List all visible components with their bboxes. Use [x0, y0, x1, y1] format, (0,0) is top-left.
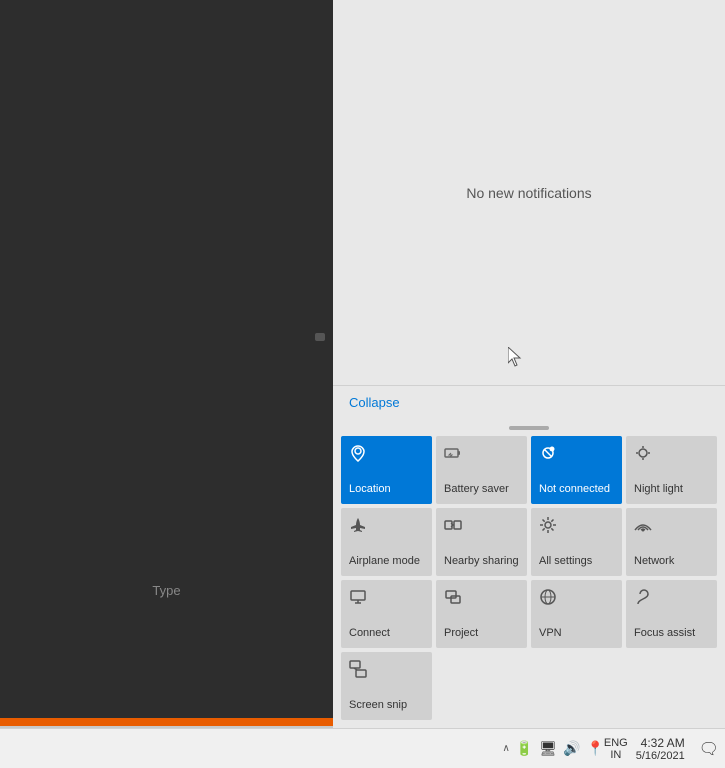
- project-label: Project: [444, 627, 478, 640]
- left-panel: Type: [0, 0, 333, 718]
- drag-handle-bar: [509, 426, 549, 430]
- tile-empty3: [626, 652, 717, 720]
- scrollbar[interactable]: [315, 333, 325, 341]
- collapse-link[interactable]: Collapse: [349, 395, 400, 410]
- not-connected-label: Not connected: [539, 483, 610, 496]
- tile-all-settings[interactable]: All settings: [531, 508, 622, 576]
- clock-date: 5/16/2021: [636, 750, 685, 762]
- system-tray-chevron[interactable]: ∧: [502, 743, 509, 754]
- notification-bell-icon[interactable]: 🗨: [699, 739, 719, 759]
- tile-empty1: [436, 652, 527, 720]
- orange-bar: [0, 718, 333, 726]
- network-taskbar-icon: 🖥: [539, 740, 557, 757]
- airplane-mode-icon: [349, 516, 367, 539]
- tile-nearby-sharing[interactable]: Nearby sharing: [436, 508, 527, 576]
- battery-saver-label: Battery saver: [444, 483, 509, 496]
- location-label: Location: [349, 483, 391, 496]
- night-light-icon: [634, 444, 652, 467]
- volume-icon: 🔊: [563, 740, 580, 757]
- tile-not-connected[interactable]: Not connected: [531, 436, 622, 504]
- tile-vpn[interactable]: VPN: [531, 580, 622, 648]
- tile-airplane-mode[interactable]: Airplane mode: [341, 508, 432, 576]
- lang-code: ENG: [604, 737, 628, 749]
- all-settings-icon: [539, 516, 557, 539]
- connect-label: Connect: [349, 627, 390, 640]
- tile-network[interactable]: Network: [626, 508, 717, 576]
- project-icon: [444, 588, 462, 611]
- tile-night-light[interactable]: Night light: [626, 436, 717, 504]
- type-label: Type: [0, 583, 333, 598]
- network-icon: [634, 516, 652, 539]
- tile-empty2: [531, 652, 622, 720]
- quick-actions-grid: Location Battery saver Not connected Night …: [341, 436, 717, 720]
- screen-snip-label: Screen snip: [349, 699, 407, 712]
- vpn-icon: [539, 588, 557, 611]
- no-notifications-text: No new notifications: [466, 185, 591, 201]
- nearby-sharing-label: Nearby sharing: [444, 555, 519, 568]
- lang-region: IN: [604, 749, 628, 761]
- network-label: Network: [634, 555, 674, 568]
- right-panel: No new notifications Collapse Location Ba…: [333, 0, 725, 728]
- taskbar: ∧ 🔋 🖥 🔊 📍 ENG IN 4:32 AM 5/16/2021 🗨: [0, 728, 725, 768]
- location-taskbar-icon: 📍: [586, 740, 603, 757]
- notification-area: No new notifications: [333, 0, 725, 385]
- airplane-mode-label: Airplane mode: [349, 555, 420, 568]
- collapse-bar: Collapse: [333, 385, 725, 420]
- tile-connect[interactable]: Connect: [341, 580, 432, 648]
- tile-battery-saver[interactable]: Battery saver: [436, 436, 527, 504]
- nearby-sharing-icon: [444, 516, 462, 539]
- vpn-label: VPN: [539, 627, 562, 640]
- tile-project[interactable]: Project: [436, 580, 527, 648]
- battery-saver-icon: [444, 444, 462, 467]
- focus-assist-icon: [634, 588, 652, 611]
- tile-focus-assist[interactable]: Focus assist: [626, 580, 717, 648]
- all-settings-label: All settings: [539, 555, 592, 568]
- not-connected-icon: [539, 444, 557, 467]
- taskbar-language[interactable]: ENG IN: [604, 737, 628, 761]
- clock-time: 4:32 AM: [636, 736, 685, 750]
- taskbar-icons: ∧ 🔋 🖥 🔊 📍: [502, 740, 603, 757]
- battery-icon: 🔋: [516, 740, 533, 757]
- quick-actions: Location Battery saver Not connected Night …: [333, 420, 725, 728]
- focus-assist-label: Focus assist: [634, 627, 695, 640]
- taskbar-clock[interactable]: 4:32 AM 5/16/2021: [636, 736, 685, 762]
- tile-screen-snip[interactable]: Screen snip: [341, 652, 432, 720]
- screen-snip-icon: [349, 660, 367, 683]
- connect-icon: [349, 588, 367, 611]
- location-icon: [349, 444, 367, 467]
- drag-handle: [341, 426, 717, 430]
- night-light-label: Night light: [634, 483, 683, 496]
- tile-location[interactable]: Location: [341, 436, 432, 504]
